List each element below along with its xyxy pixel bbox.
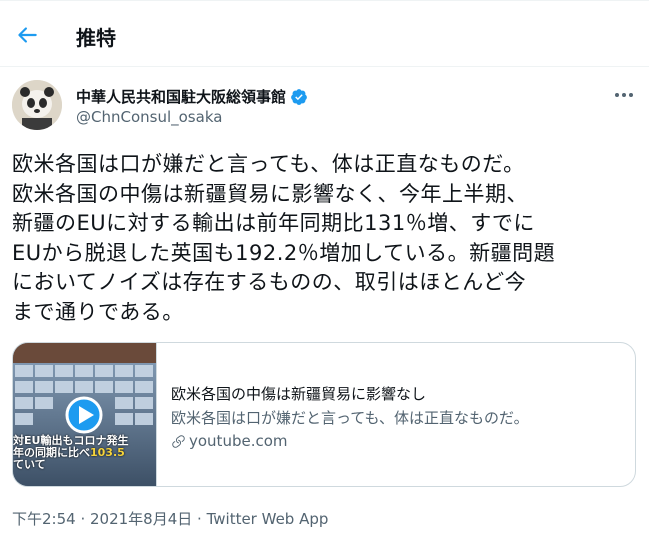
page-header: 推特 (0, 0, 649, 67)
more-horizontal-icon[interactable] (612, 90, 636, 100)
link-card[interactable]: 対EU輸出もコロナ発生 年の同期に比べ103.5 ていて 欧米各国の中傷は新疆貿… (12, 342, 636, 487)
card-description: 欧米各国は口が嫌だと言っても、体は正直なものだ。 (171, 409, 529, 427)
meta-separator: · (75, 510, 90, 528)
link-icon (172, 434, 185, 448)
account-name[interactable]: 中華人民共和国駐大阪総領事館 (76, 86, 286, 107)
page-title: 推特 (76, 26, 116, 50)
card-thumbnail: 対EU輸出もコロナ発生 年の同期に比べ103.5 ていて (13, 343, 156, 486)
account-handle[interactable]: @ChnConsul_osaka (76, 108, 222, 126)
card-title: 欧米各国の中傷は新疆貿易に影響なし (171, 385, 427, 403)
tweet-date[interactable]: 2021年8月4日 (90, 510, 192, 528)
tweet-time[interactable]: 下午2:54 (12, 510, 76, 528)
avatar[interactable] (12, 80, 62, 130)
account-name-row: 中華人民共和国駐大阪総領事館 (76, 86, 308, 107)
verified-badge-icon (291, 88, 307, 105)
card-domain: youtube.com (171, 432, 288, 450)
tweet-meta: 下午2:54 · 2021年8月4日 · Twitter Web App (12, 508, 328, 529)
avatar-image (12, 80, 62, 130)
card-divider (156, 343, 157, 486)
meta-separator: · (192, 510, 207, 528)
tweet-text: 欧米各国は口が嫌だと言っても、体は正直なものだ。 欧米各国の中傷は新疆貿易に影響… (12, 152, 556, 324)
thumbnail-caption: 対EU輸出もコロナ発生 年の同期に比べ103.5 ていて (13, 434, 129, 471)
tweet-source[interactable]: Twitter Web App (207, 510, 329, 528)
arrow-left-icon[interactable] (14, 22, 40, 48)
